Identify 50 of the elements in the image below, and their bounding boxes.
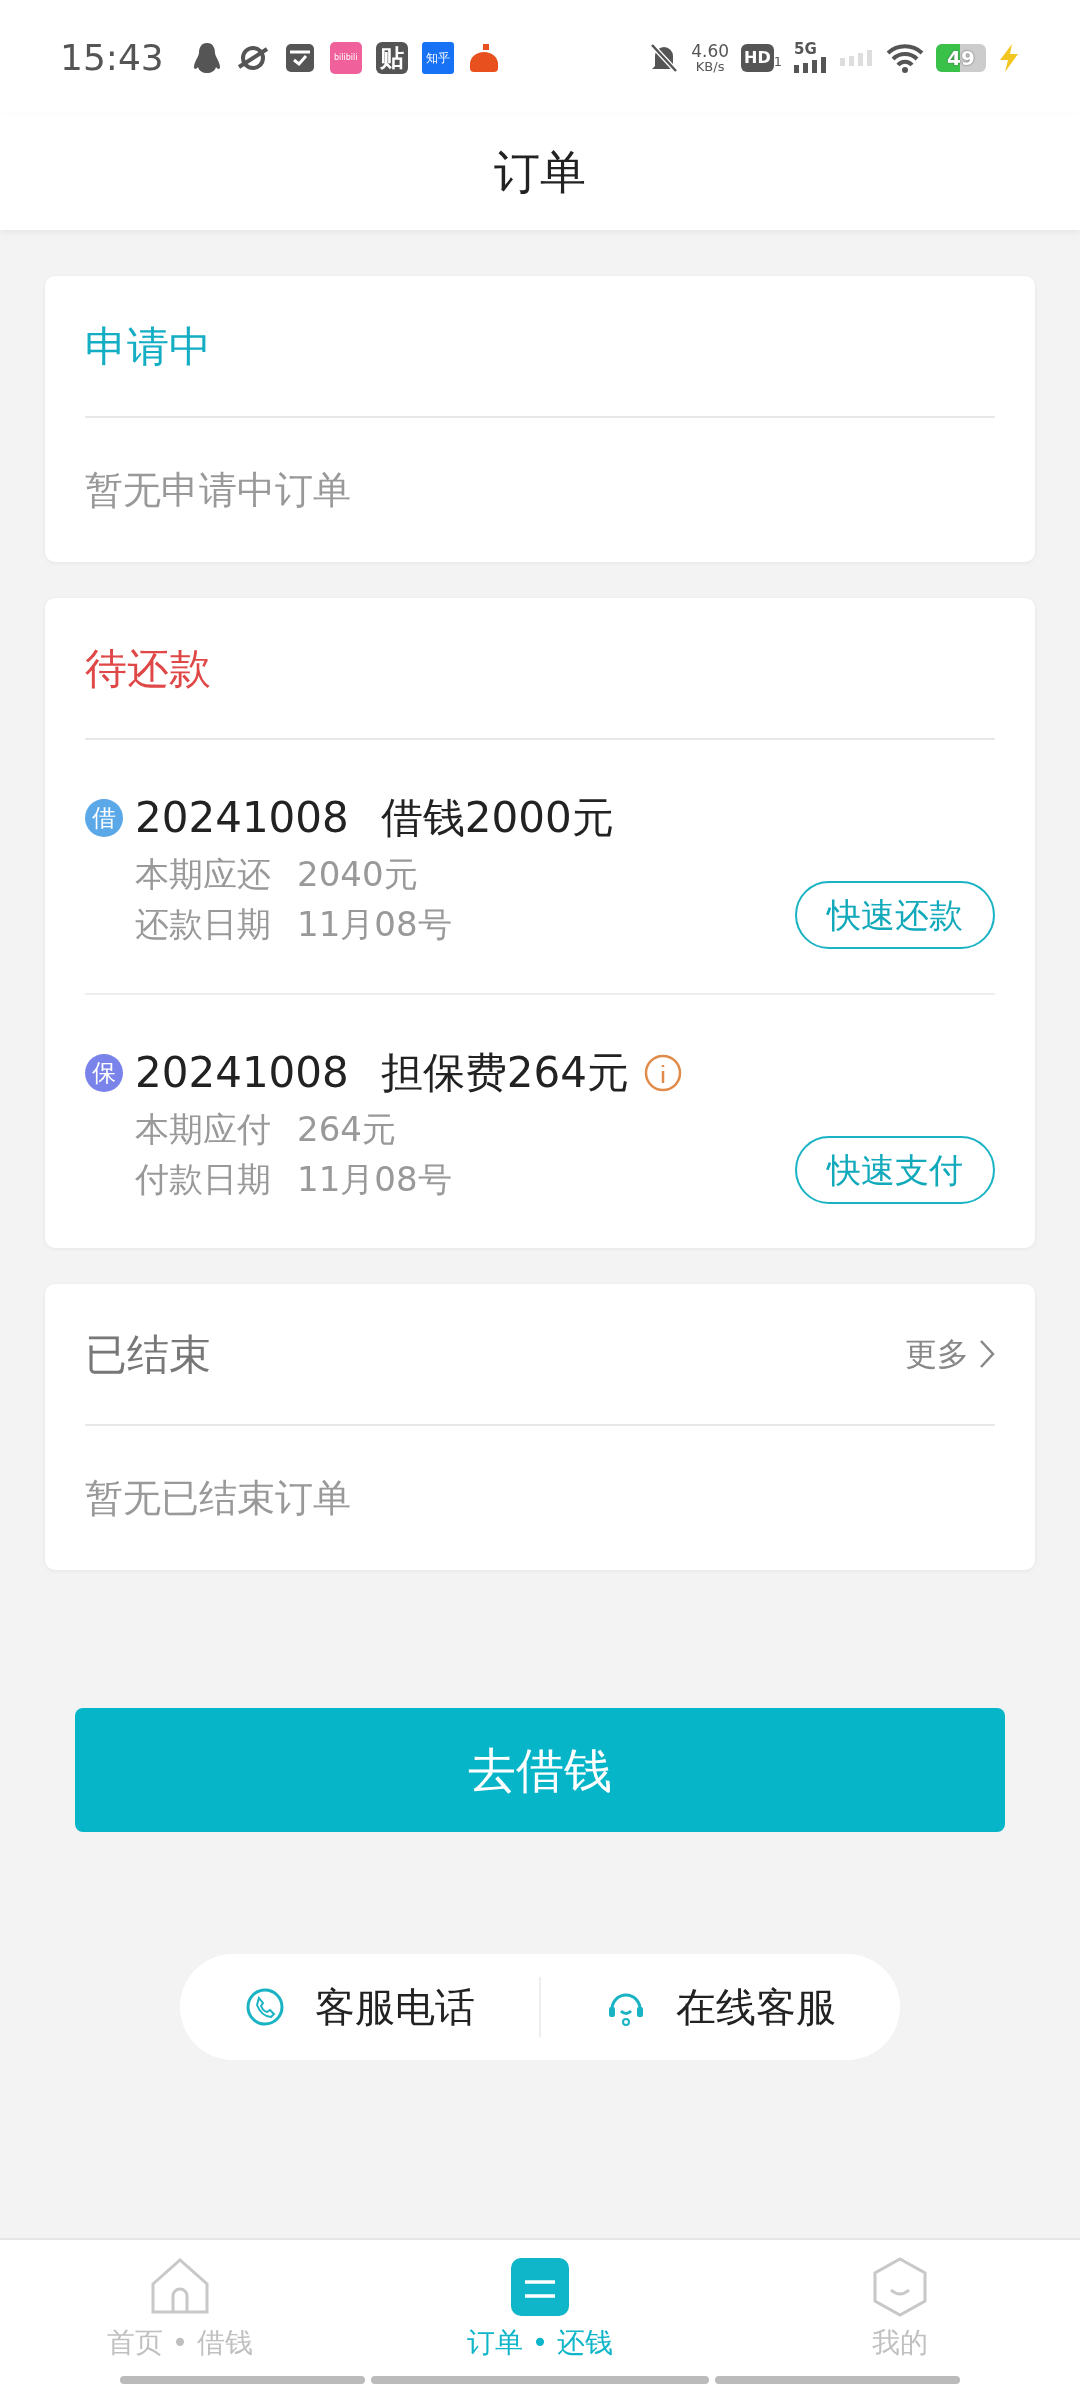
section-title: 待还款 [85, 642, 211, 695]
detail-value: 264元 [297, 1108, 396, 1151]
contact-button[interactable]: 在线客服 [605, 1977, 836, 2037]
more-link[interactable]: 更多 [905, 1330, 995, 1378]
detail-value: 11月08号 [297, 1158, 452, 1201]
detail-label: 本期应还 [135, 853, 271, 896]
app-icon: bilibili [329, 41, 362, 74]
order-type-badge: 借 [85, 798, 123, 837]
hd-badge: HD [741, 43, 774, 72]
page-title: 订单 [494, 144, 586, 201]
order-number: 20241008 [135, 1047, 349, 1099]
muted-bell-icon [649, 41, 680, 74]
network-speed: 4.60 [691, 42, 730, 60]
chevron-right-icon [979, 1339, 995, 1369]
contact-button[interactable]: 客服电话 [244, 1977, 475, 2037]
detail-value: 11月08号 [297, 903, 452, 946]
order-number: 20241008 [135, 792, 349, 844]
section-title: 已结束 [85, 1328, 211, 1381]
order-type-badge: 保 [85, 1053, 123, 1092]
signal-icon [794, 57, 828, 73]
app-icon: 贴 [375, 41, 408, 74]
borrow-button[interactable]: 去借钱 [75, 1708, 1005, 1832]
sim-number: 1 [773, 53, 782, 71]
order-title: 借钱2000元 [380, 792, 614, 844]
nav-tab[interactable]: 首页 • 借钱 [0, 2256, 360, 2376]
action-button[interactable]: 快速支付 [795, 1136, 995, 1204]
app-icon [467, 41, 500, 74]
clock-time: 15:43 [60, 35, 164, 80]
wifi-icon [886, 42, 924, 73]
charging-icon [998, 43, 1020, 72]
detail-label: 本期应付 [135, 1108, 271, 1151]
nav-tab[interactable]: 我的 [720, 2256, 1080, 2376]
app-icon: 知乎 [421, 41, 454, 74]
info-icon[interactable] [642, 1052, 683, 1093]
detail-value: 2040元 [297, 853, 418, 896]
empty-message: 暂无已结束订单 [85, 1474, 351, 1522]
section-title: 申请中 [85, 320, 211, 373]
network-type: 5G [794, 42, 818, 57]
signal-icon [840, 49, 874, 66]
nav-tab[interactable]: 订单 • 还钱 [360, 2256, 720, 2376]
detail-label: 付款日期 [135, 1158, 271, 1201]
phone-icon [244, 1987, 285, 2027]
order-title: 担保费264元 [380, 1047, 629, 1099]
empty-message: 暂无申请中订单 [85, 466, 351, 514]
penguin-icon [191, 40, 222, 75]
speed-unit: KB/s [695, 59, 725, 73]
action-button[interactable]: 快速还款 [795, 881, 995, 949]
list-icon [509, 2256, 571, 2318]
detail-label: 还款日期 [135, 903, 271, 946]
inbox-icon [283, 41, 316, 74]
